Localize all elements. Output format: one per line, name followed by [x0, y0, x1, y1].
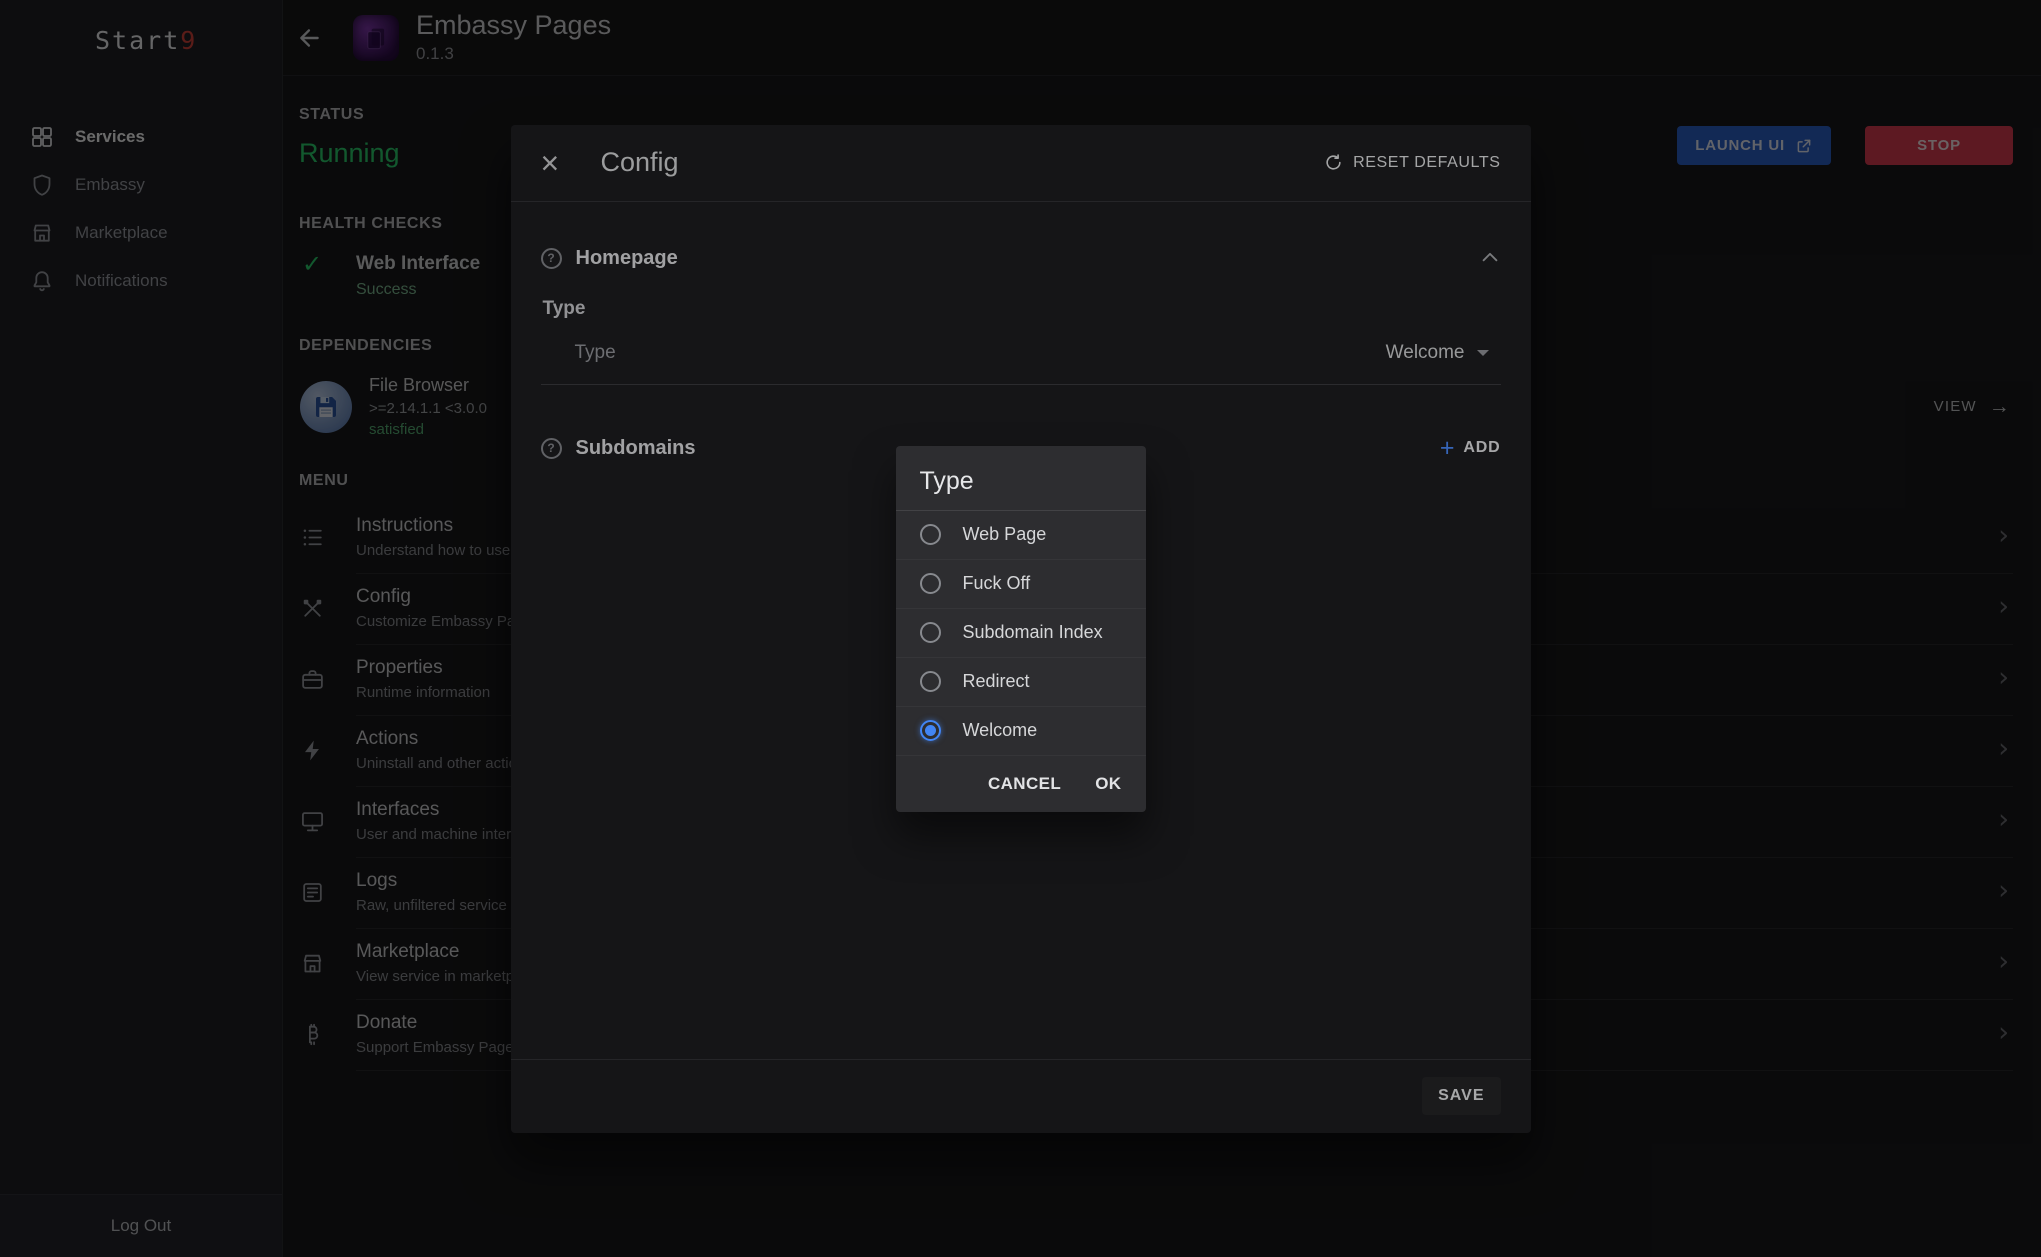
radio-icon[interactable]: [920, 524, 941, 545]
radio-icon[interactable]: [920, 622, 941, 643]
type-dialog: Type Web Page Fuck Off Subdomain Index R…: [896, 446, 1146, 812]
radio-option-label: Web Page: [963, 524, 1047, 545]
radio-option-subdomain-index[interactable]: Subdomain Index: [896, 609, 1146, 658]
radio-option-redirect[interactable]: Redirect: [896, 658, 1146, 707]
radio-option-welcome[interactable]: Welcome: [896, 707, 1146, 756]
radio-option-fuck-off[interactable]: Fuck Off: [896, 560, 1146, 609]
ok-button[interactable]: OK: [1095, 774, 1121, 794]
radio-icon[interactable]: [920, 671, 941, 692]
radio-option-label: Welcome: [963, 720, 1038, 741]
radio-icon[interactable]: [920, 573, 941, 594]
type-dialog-title: Type: [896, 446, 1146, 511]
radio-option-label: Subdomain Index: [963, 622, 1103, 643]
radio-selected-icon[interactable]: [920, 720, 941, 741]
radio-option-label: Redirect: [963, 671, 1030, 692]
radio-option-web-page[interactable]: Web Page: [896, 511, 1146, 560]
radio-option-label: Fuck Off: [963, 573, 1031, 594]
cancel-button[interactable]: CANCEL: [988, 774, 1061, 794]
type-dialog-footer: CANCEL OK: [896, 756, 1146, 812]
